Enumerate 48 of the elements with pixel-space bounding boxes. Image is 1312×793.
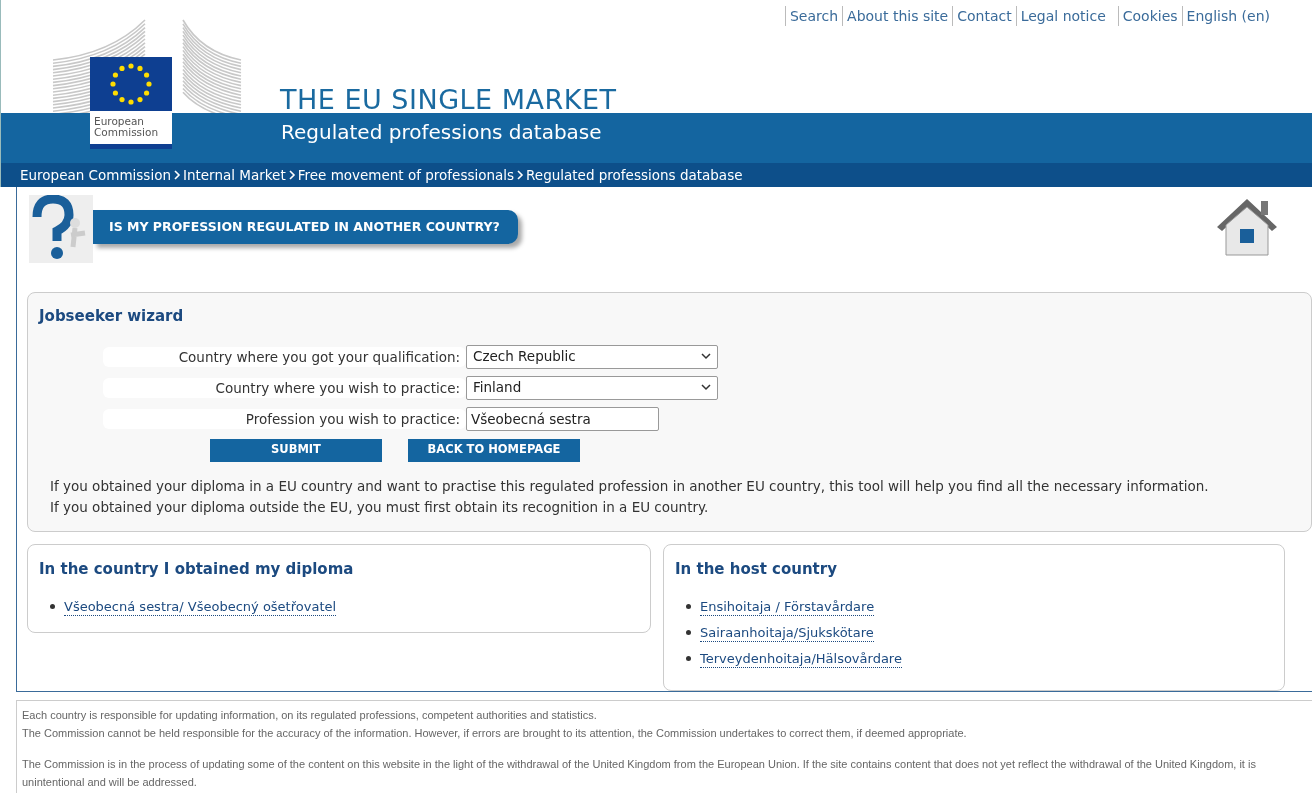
footer-text: Each country is responsible for updating information, on its regulated professions, competent authorities and statistics.: [22, 708, 598, 723]
bullet-icon: [50, 604, 55, 609]
logo-text: European Commission: [93, 114, 160, 138]
dropdown-value: Finland: [473, 378, 522, 398]
wizard-button[interactable]: SUBMIT: [210, 438, 382, 462]
top-link[interactable]: English (en): [1181, 6, 1274, 26]
panel-title: In the host country: [675, 559, 838, 580]
text-field[interactable]: Všeobecná sestra: [466, 406, 659, 431]
breadcrumb-link[interactable]: Internal Market: [182, 164, 286, 186]
site-title: THE EU SINGLE MARKET: [280, 83, 617, 117]
footer-text: The Commission is in the process of updating some of the content on this website in the light of the withdrawal of the United Kingdom from the European Union. If the site contains content that does not yet reflect the withdrawal of the United Kingdom, it is unintentional and will be addressed.: [22, 757, 1257, 790]
top-link[interactable]: Legal notice: [1015, 6, 1110, 26]
profession-link[interactable]: Všeobecná sestra/ Všeobecný ošetřovatel: [64, 597, 337, 616]
bullet-icon: [686, 656, 691, 661]
footer-text: The Commission cannot be held responsible for the accuracy of the information. However, if errors are brought to its attention, the Commission undertakes to correct them, if deemed appropriate.: [22, 725, 968, 741]
commission-logo[interactable]: European Commission: [90, 57, 172, 149]
top-link[interactable]: Contact: [952, 6, 1016, 26]
info-text: If you obtained your diploma outside the EU, you must first obtain its recognition in a EU country.: [50, 497, 710, 517]
chevron-icon: [516, 170, 525, 180]
chevron-down-icon: [701, 384, 711, 391]
breadcrumb-link[interactable]: Free movement of professionals: [297, 164, 515, 186]
field-label: Country where you wish to practice:: [103, 377, 466, 398]
dropdown-value: Czech Republic: [473, 347, 576, 367]
breadcrumb-link[interactable]: European Commission: [20, 164, 171, 186]
dropdown-field[interactable]: Finland: [466, 375, 718, 400]
top-link[interactable]: Cookies: [1117, 6, 1182, 26]
profession-link[interactable]: Terveydenhoitaja/Hälsovårdare: [700, 649, 902, 668]
profession-link[interactable]: Ensihoitaja / Förstavårdare: [700, 597, 875, 616]
banner-title: IS MY PROFESSION REGULATED IN ANOTHER COUNTRY?: [93, 210, 518, 244]
eu-flag-icon: [90, 57, 172, 111]
panel-title: In the country I obtained my diploma: [39, 559, 355, 580]
profession-link[interactable]: Sairaanhoitaja/Sjukskötare: [700, 623, 874, 642]
dropdown-field[interactable]: Czech Republic: [466, 344, 718, 369]
field-label: Country where you got your qualification:: [103, 346, 466, 367]
top-link[interactable]: About this site: [842, 6, 953, 26]
breadcrumb-link[interactable]: Regulated professions database: [526, 164, 743, 186]
wizard-button[interactable]: BACK TO HOMEPAGE: [408, 438, 580, 462]
question-figure-icon: [29, 195, 93, 263]
chevron-icon: [172, 170, 181, 180]
field-label: Profession you wish to practice:: [103, 408, 466, 429]
top-link[interactable]: Search: [784, 6, 843, 26]
chevron-icon: [287, 170, 296, 180]
panel-title: Jobseeker wizard: [39, 306, 185, 327]
bullet-icon: [686, 604, 691, 609]
bullet-icon: [686, 630, 691, 635]
chevron-down-icon: [701, 353, 711, 360]
site-subtitle: Regulated professions database: [281, 119, 602, 146]
info-text: If you obtained your diploma in a EU country and want to practise this regulated profession in another EU country, this tool will help you find all the necessary information.: [50, 476, 1210, 496]
